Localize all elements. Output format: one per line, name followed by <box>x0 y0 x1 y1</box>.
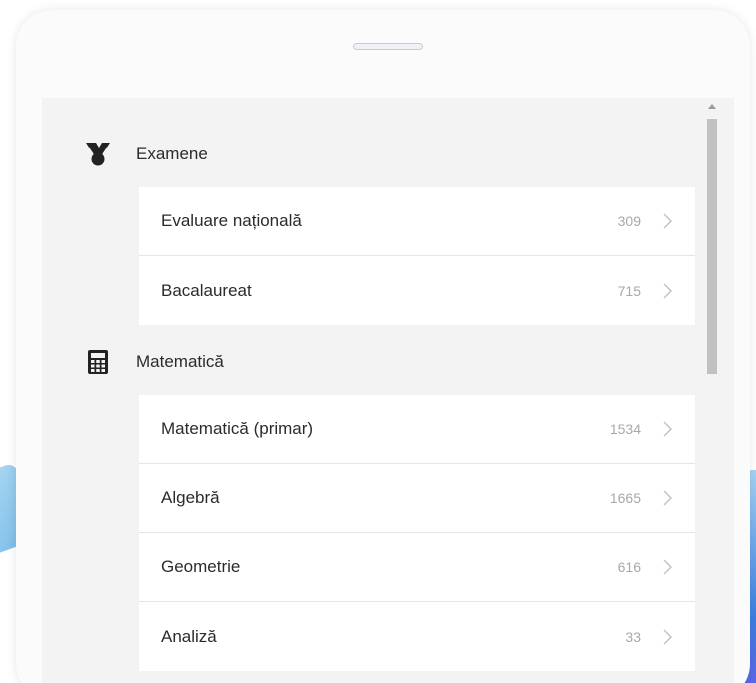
list-item-label: Geometrie <box>161 557 241 576</box>
app-page: Examene Evaluare națională 309 Bacalaure… <box>0 0 756 683</box>
category-list-panel[interactable]: Examene Evaluare națională 309 Bacalaure… <box>42 98 734 683</box>
bottom-sheet: Examene Evaluare națională 309 Bacalaure… <box>16 10 750 683</box>
scroll-up-arrow-icon[interactable] <box>708 104 716 109</box>
section-header: Matematică <box>42 337 682 387</box>
list-item-geometrie[interactable]: Geometrie 616 <box>139 533 695 602</box>
chevron-right-icon <box>663 559 673 575</box>
list-item-analiza[interactable]: Analiză 33 <box>139 602 695 671</box>
list-item-evaluare-nationala[interactable]: Evaluare națională 309 <box>139 187 695 256</box>
list-item-count: 33 <box>625 628 641 645</box>
list-item-count: 1665 <box>609 490 641 506</box>
list-item-count: 616 <box>617 559 641 575</box>
list-item-count: 715 <box>617 282 641 299</box>
list-item-count: 1534 <box>609 421 641 437</box>
list-item-label: Algebră <box>161 488 220 507</box>
calculator-icon <box>84 348 112 376</box>
list-item-count: 309 <box>617 213 641 229</box>
chevron-right-icon <box>663 421 673 437</box>
chevron-right-icon <box>663 628 673 645</box>
list-item-bacalaureat[interactable]: Bacalaureat 715 <box>139 256 695 325</box>
section-matematica: Matematică Matematică (primar) 1534 Alge… <box>42 337 695 671</box>
section-examene: Examene Evaluare națională 309 Bacalaure… <box>42 129 695 325</box>
chevron-right-icon <box>663 213 673 229</box>
section-title: Matematică <box>136 352 224 371</box>
section-list: Matematică (primar) 1534 Algebră 1665 Ge… <box>139 395 695 671</box>
section-list: Evaluare națională 309 Bacalaureat 715 <box>139 187 695 325</box>
section-title: Examene <box>136 144 208 163</box>
list-item-label: Evaluare națională <box>161 211 302 230</box>
list-item-matematica-primar[interactable]: Matematică (primar) 1534 <box>139 395 695 464</box>
list-item-algebra[interactable]: Algebră 1665 <box>139 464 695 533</box>
list-item-label: Bacalaureat <box>161 280 252 300</box>
chevron-right-icon <box>663 490 673 506</box>
vertical-scrollbar[interactable] <box>704 98 722 683</box>
chevron-right-icon <box>663 282 673 299</box>
medal-icon <box>84 140 112 168</box>
scrollbar-thumb[interactable] <box>707 119 717 374</box>
section-header: Examene <box>42 129 682 179</box>
drag-handle-icon[interactable] <box>353 43 423 50</box>
list-item-label: Matematică (primar) <box>161 419 314 438</box>
list-item-label: Analiză <box>161 626 217 646</box>
